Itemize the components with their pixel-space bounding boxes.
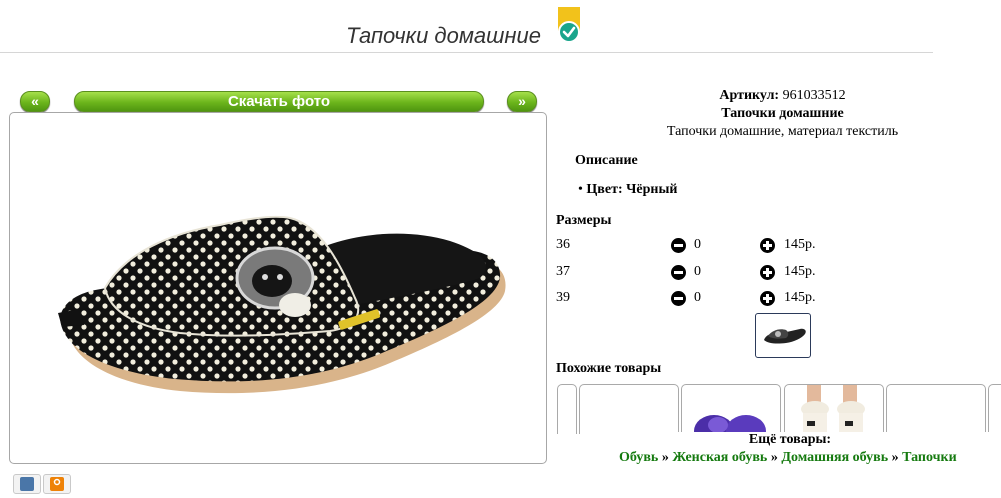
similar-item-card[interactable]	[886, 384, 986, 434]
sku-label: Артикул:	[719, 88, 780, 103]
sku-value: 961033512	[782, 88, 846, 103]
size-row: 39 0 145р.	[556, 290, 856, 308]
breadcrumb-link-shoes[interactable]: Обувь	[619, 450, 658, 465]
title-bar: Тапочки домашние	[0, 0, 933, 53]
breadcrumb-separator: »	[891, 450, 899, 465]
breadcrumb-link-womens-shoes[interactable]: Женская обувь	[672, 450, 767, 465]
size-value: 39	[556, 290, 570, 305]
similar-item-card[interactable]	[681, 384, 781, 434]
more-items-heading: Ещё товары:	[748, 432, 832, 447]
breadcrumb: Обувь » Женская обувь » Домашняя обувь »…	[619, 450, 957, 466]
purple-slippers-image	[694, 415, 766, 434]
odnoklassniki-icon	[50, 477, 64, 491]
quantity-value: 0	[694, 237, 701, 252]
size-row: 37 0 145р.	[556, 264, 856, 282]
price-value: 145р.	[784, 290, 816, 305]
sizes-heading: Размеры	[556, 213, 612, 228]
share-odnoklassniki-button[interactable]	[43, 474, 71, 494]
download-photo-button[interactable]: Скачать фото	[74, 91, 484, 112]
breadcrumb-separator: »	[770, 450, 778, 465]
color-value: Чёрный	[626, 182, 678, 197]
quantity-value: 0	[694, 290, 701, 305]
plus-circle-icon[interactable]	[760, 238, 775, 253]
next-photo-button[interactable]: »	[507, 91, 537, 112]
description-heading: Описание	[575, 153, 638, 168]
bullet-icon: •	[578, 182, 583, 197]
price-value: 145р.	[784, 237, 816, 252]
fur-boots-image	[801, 385, 865, 434]
similar-items-carousel	[556, 384, 1001, 434]
plus-circle-icon[interactable]	[760, 291, 775, 306]
minus-circle-icon[interactable]	[671, 238, 686, 253]
slipper-thumbnail-image	[764, 328, 806, 344]
size-row: 36 0 145р.	[556, 237, 856, 255]
product-description: Тапочки домашние, материал текстиль	[666, 124, 899, 139]
similar-heading: Похожие товары	[556, 361, 662, 376]
verified-badge-icon	[558, 7, 580, 43]
size-value: 36	[556, 237, 570, 252]
photo-thumbnail[interactable]	[755, 313, 811, 358]
similar-item-card[interactable]	[579, 384, 679, 434]
similar-item-card[interactable]	[784, 384, 884, 434]
size-value: 37	[556, 264, 570, 279]
plus-circle-icon[interactable]	[760, 265, 775, 280]
prev-photo-button[interactable]: «	[20, 91, 50, 112]
breadcrumb-separator: »	[661, 450, 669, 465]
quantity-value: 0	[694, 264, 701, 279]
similar-item-card[interactable]	[988, 384, 1001, 434]
price-value: 145р.	[784, 264, 816, 279]
page-title: Тапочки домашние	[346, 23, 541, 48]
product-name: Тапочки домашние	[721, 106, 844, 121]
similar-item-card[interactable]	[557, 384, 577, 434]
product-photo[interactable]	[9, 112, 547, 464]
share-vk-button[interactable]	[13, 474, 41, 494]
breadcrumb-link-home-shoes[interactable]: Домашняя обувь	[781, 450, 888, 465]
vk-icon	[20, 477, 34, 491]
minus-circle-icon[interactable]	[671, 265, 686, 280]
color-label: Цвет:	[586, 182, 623, 197]
slipper-image	[58, 215, 506, 394]
minus-circle-icon[interactable]	[671, 291, 686, 306]
more-items-box: Ещё товары: Обувь » Женская обувь » Дома…	[600, 432, 990, 489]
breadcrumb-link-slippers[interactable]: Тапочки	[902, 450, 957, 465]
sku-line: Артикул: 961033512	[560, 88, 1001, 104]
color-item: • Цвет: Чёрный	[578, 182, 677, 198]
